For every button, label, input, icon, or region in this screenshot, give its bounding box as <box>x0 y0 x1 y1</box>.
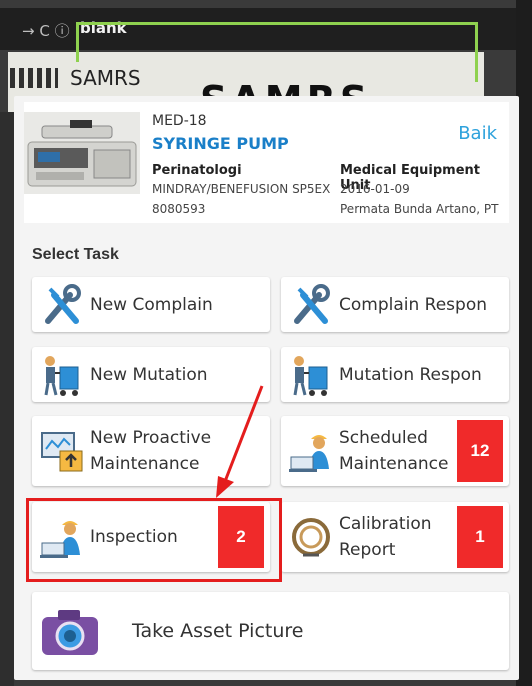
asset-code: MED-18 <box>152 113 207 129</box>
asset-vendor: Permata Bunda Artano, PT <box>340 202 499 216</box>
scan-frame-left <box>76 22 79 62</box>
take-asset-picture-button[interactable]: Take Asset Picture <box>32 592 509 670</box>
task-label: New Mutation <box>90 364 208 385</box>
task-mutation-respon[interactable]: Mutation Respon <box>281 347 509 402</box>
task-label: Complain Respon <box>339 294 487 315</box>
task-label: Scheduled Maintenance <box>339 425 448 477</box>
task-label-line1: Scheduled <box>339 428 428 448</box>
syringe-pump-photo <box>24 112 140 194</box>
task-calibration-report[interactable]: Calibration Report 1 <box>281 502 509 572</box>
calibration-icon <box>292 518 330 557</box>
camera-icon <box>42 610 98 655</box>
asset-serial: 8080593 <box>152 202 206 216</box>
back-forward-reload-icons[interactable]: → C ⓘ <box>22 20 70 41</box>
technician-icon <box>289 435 329 472</box>
tools-icon <box>45 283 81 324</box>
highlight-box <box>26 498 282 582</box>
mutation-icon <box>293 355 328 396</box>
mutation-icon <box>44 355 79 396</box>
task-new-complain[interactable]: New Complain <box>32 277 270 332</box>
task-label-line2: Maintenance <box>90 454 200 474</box>
asset-card: MED-18 SYRINGE PUMP Baik Perinatologi MI… <box>24 102 509 223</box>
task-new-mutation[interactable]: New Mutation <box>32 347 270 402</box>
monitor-upload-icon <box>41 432 83 472</box>
task-label-line2: Maintenance <box>339 454 449 474</box>
asset-status: Baik <box>458 123 497 144</box>
task-label: Mutation Respon <box>339 364 482 385</box>
asset-department: Perinatologi <box>152 163 242 178</box>
task-label-line2: Report <box>339 540 396 560</box>
select-task-heading: Select Task <box>32 246 119 263</box>
task-new-proactive-maintenance[interactable]: New Proactive Maintenance <box>32 416 270 486</box>
task-label-line1: New Proactive <box>90 428 212 448</box>
task-scheduled-maintenance[interactable]: Scheduled Maintenance 12 <box>281 416 509 486</box>
task-label-line1: Calibration <box>339 514 432 534</box>
scan-frame-right <box>475 22 478 82</box>
task-label: New Complain <box>90 294 213 315</box>
task-label: New Proactive Maintenance <box>90 425 211 477</box>
asset-brand-model: MINDRAY/BENEFUSION SP5EX <box>152 182 331 196</box>
task-label: Calibration Report <box>339 511 432 563</box>
asset-name: SYRINGE PUMP <box>152 134 289 153</box>
tools-icon <box>294 283 330 324</box>
scan-frame <box>76 22 478 82</box>
left-edge <box>0 112 14 686</box>
count-badge: 12 <box>457 420 503 482</box>
task-modal: MED-18 SYRINGE PUMP Baik Perinatologi MI… <box>14 96 519 680</box>
count-badge: 1 <box>457 506 503 568</box>
take-picture-label: Take Asset Picture <box>132 620 304 642</box>
asset-date: 2016-01-09 <box>340 182 410 196</box>
task-complain-respon[interactable]: Complain Respon <box>281 277 509 332</box>
background-qr-icon <box>10 68 58 88</box>
